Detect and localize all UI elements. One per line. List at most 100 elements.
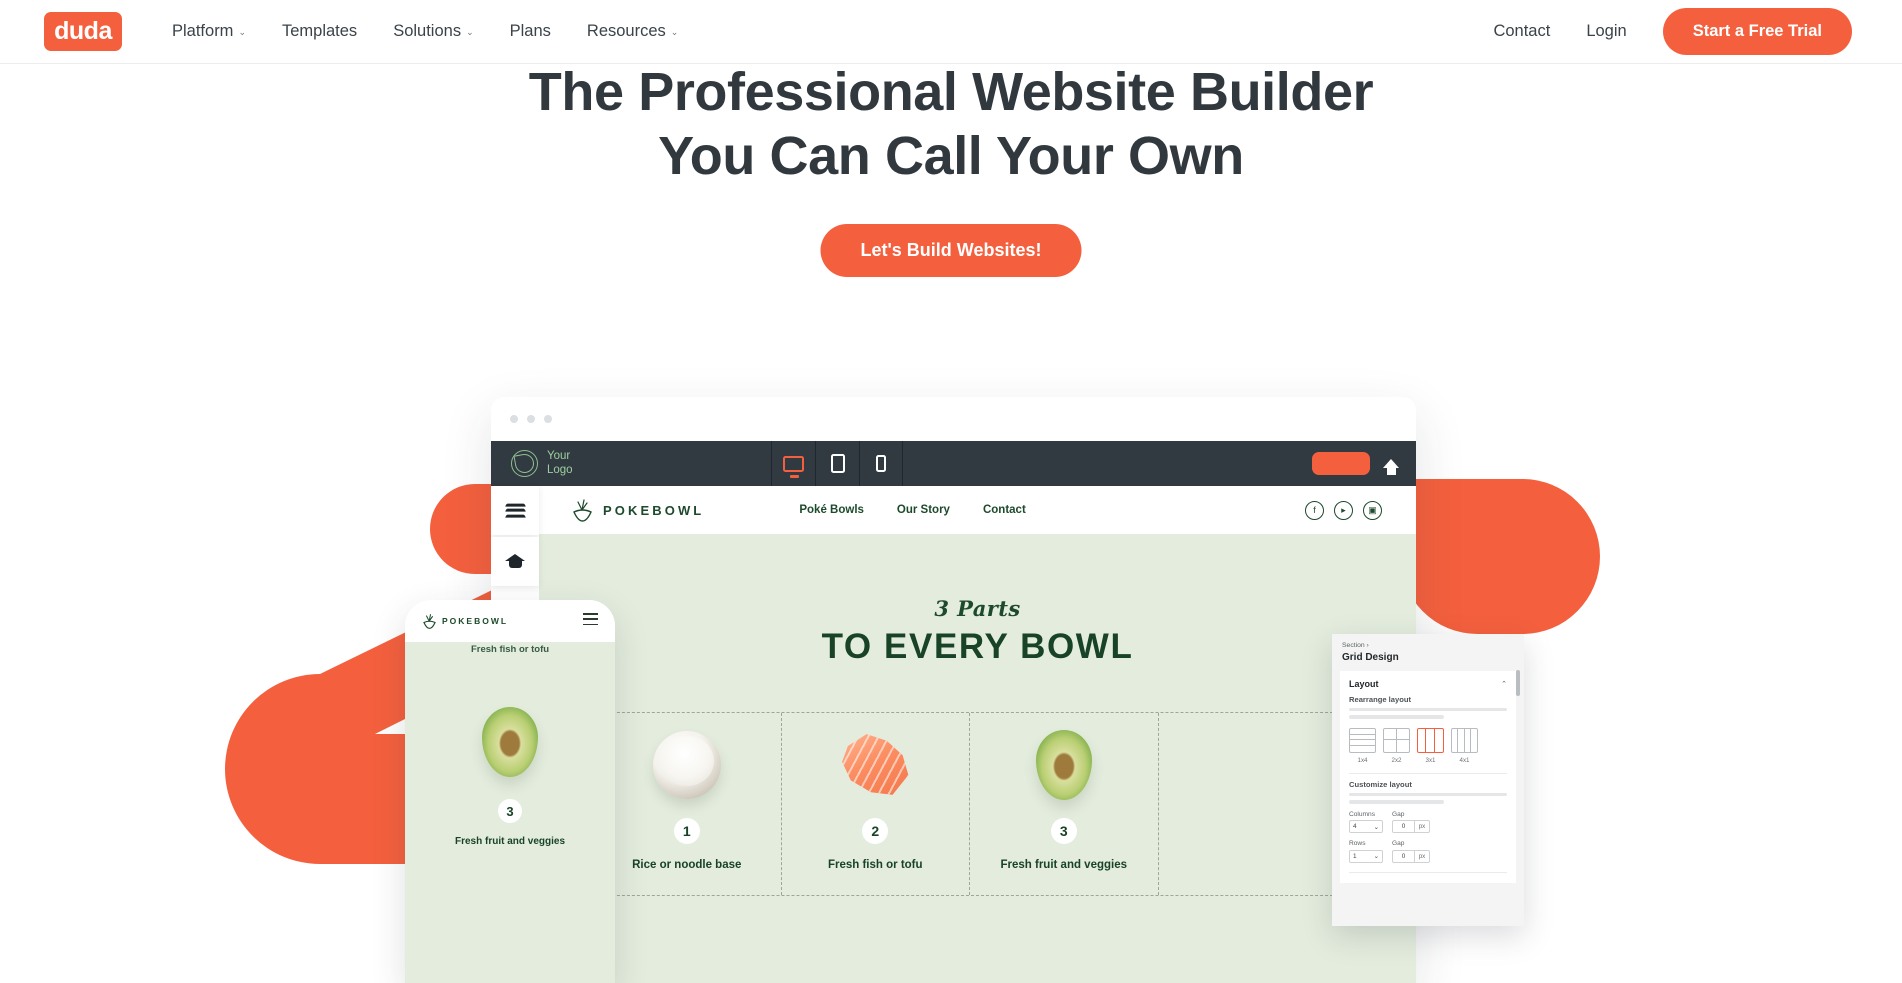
layout-options: 1x4 2x2 3x1 4x1 — [1349, 727, 1507, 764]
rice-bowl-image — [652, 727, 721, 802]
nav-item-login[interactable]: Login — [1586, 22, 1626, 41]
nav-item-label: Platform — [172, 22, 234, 40]
avocado-image — [1035, 727, 1092, 802]
editor-logo-line-2: Logo — [547, 463, 573, 476]
instagram-icon[interactable]: ▣ — [1363, 500, 1382, 520]
step-label: Fresh fruit and veggies — [1000, 859, 1128, 871]
nav-item-resources[interactable]: Resources ⌄ — [587, 22, 678, 41]
start-free-trial-button[interactable]: Start a Free Trial — [1662, 8, 1852, 55]
rows-select[interactable]: 1 ⌄ — [1349, 849, 1383, 863]
rows-label: Rows — [1349, 840, 1366, 848]
desktop-icon — [783, 455, 804, 478]
layout-card-header[interactable]: Layout ⌃ — [1349, 679, 1507, 689]
mobile-preview: POKEBOWL Fresh fish or tofu 3 Fresh frui… — [405, 600, 615, 983]
layout-option-4x1[interactable]: 4x1 — [1451, 727, 1478, 764]
hero-title-line-1: The Professional Website Builder — [528, 62, 1374, 122]
device-mobile-button[interactable] — [859, 441, 903, 486]
rows-gap-input[interactable]: 0 px — [1392, 849, 1430, 863]
columns-select[interactable]: 4 ⌄ — [1349, 820, 1383, 834]
pokebowl-leaf-icon — [422, 613, 437, 630]
publish-button[interactable] — [1312, 452, 1370, 475]
grid-cell[interactable]: 1 Rice or noodle base — [593, 713, 782, 895]
sidebar-item-learn[interactable] — [491, 537, 539, 586]
mobile-clipped-label: Fresh fish or tofu — [470, 644, 550, 655]
duda-logo[interactable]: duda — [44, 12, 122, 51]
hamburger-menu-icon[interactable] — [583, 613, 598, 628]
avocado-image — [405, 707, 615, 782]
nav-item-platform[interactable]: Platform ⌄ — [172, 22, 246, 41]
rows-gap-field: Gap 0 px — [1392, 840, 1430, 863]
scrollbar-thumb[interactable] — [1516, 670, 1520, 696]
nav-item-label: Resources — [586, 22, 666, 40]
pokebowl-brand-label: POKEBOWL — [603, 502, 705, 518]
placeholder-bar — [1349, 708, 1507, 712]
layout-card: Layout ⌃ Rearrange layout 1x4 2x2 3x1 4x… — [1340, 671, 1516, 883]
editor-canvas: 3 Parts TO EVERY BOWL 1 Rice or noodle b… — [539, 534, 1416, 983]
site-nav-poke-bowls[interactable]: Poké Bowls — [799, 504, 864, 516]
layout-option-2x2[interactable]: 2x2 — [1383, 727, 1410, 764]
section-title: TO EVERY BOWL — [821, 627, 1134, 666]
layout-option-caption: 4x1 — [1459, 756, 1470, 764]
rows-value: 1 — [1353, 852, 1357, 860]
step-label: Rice or noodle base — [632, 859, 742, 871]
columns-fields: Columns 4 ⌄ Gap 0 px — [1349, 811, 1507, 834]
preview-site-header: POKEBOWL Poké Bowls Our Story Contact f … — [539, 486, 1416, 534]
pokebowl-logo[interactable]: POKEBOWL — [571, 498, 704, 523]
device-switcher — [771, 441, 903, 486]
columns-gap-label: Gap — [1392, 810, 1405, 818]
editor-logo[interactable]: Your Logo — [491, 450, 771, 477]
customize-layout-heading: Customize layout — [1349, 779, 1412, 789]
breadcrumb[interactable]: Section › — [1342, 642, 1514, 649]
grid-section[interactable]: 1 Rice or noodle base 2 Fresh fish or to… — [592, 712, 1348, 896]
grid-cell-empty[interactable] — [1159, 713, 1348, 895]
panel-scrollbar[interactable] — [1516, 670, 1520, 900]
preview-site-nav: Poké Bowls Our Story Contact — [799, 504, 1025, 516]
nav-item-contact[interactable]: Contact — [1493, 22, 1550, 41]
primary-nav: Platform ⌄ Templates Solutions ⌄ Plans R… — [172, 22, 678, 41]
bowl-logo-icon — [511, 450, 538, 477]
editor-toolbar: Your Logo — [491, 441, 1416, 486]
facebook-icon[interactable]: f — [1305, 500, 1324, 520]
nav-item-solutions[interactable]: Solutions ⌄ — [393, 22, 473, 41]
nav-item-templates[interactable]: Templates — [282, 22, 357, 41]
step-badge: 1 — [673, 818, 700, 844]
columns-field: Columns 4 ⌄ — [1349, 811, 1383, 834]
site-nav-our-story[interactable]: Our Story — [897, 504, 950, 516]
window-controls — [491, 397, 1416, 441]
decorative-orange-shape-right — [1400, 479, 1600, 634]
layout-heading: Layout — [1349, 679, 1379, 689]
secondary-nav: Contact Login Start a Free Trial — [1493, 8, 1852, 55]
grid-cell[interactable]: 2 Fresh fish or tofu — [782, 713, 970, 895]
chevron-up-icon[interactable]: ⌃ — [1501, 680, 1507, 688]
device-desktop-button[interactable] — [771, 441, 815, 486]
rows-gap-value: 0 — [1401, 852, 1406, 860]
mobile-brand-label: POKEBOWL — [442, 616, 509, 626]
columns-gap-input[interactable]: 0 px — [1392, 820, 1430, 834]
layout-option-1x4[interactable]: 1x4 — [1349, 727, 1376, 764]
nav-item-plans[interactable]: Plans — [510, 22, 551, 41]
placeholder-bar — [1349, 800, 1444, 804]
hero-title-line-2: You Can Call Your Own — [658, 125, 1244, 186]
mobile-canvas: Fresh fish or tofu 3 Fresh fruit and veg… — [405, 642, 615, 983]
window-dot — [510, 415, 518, 423]
youtube-icon[interactable]: ▸ — [1334, 500, 1353, 520]
window-dot — [527, 415, 535, 423]
window-dot — [544, 415, 552, 423]
rows-field: Rows 1 ⌄ — [1349, 840, 1383, 863]
panel-header: Section › Grid Design — [1332, 634, 1524, 669]
device-tablet-button[interactable] — [815, 441, 859, 486]
grid-cell[interactable]: 3 Fresh fruit and veggies — [970, 713, 1159, 895]
layout-option-3x1[interactable]: 3x1 — [1417, 727, 1444, 764]
site-nav-contact[interactable]: Contact — [983, 504, 1026, 516]
nav-item-label: Templates — [281, 22, 358, 40]
build-websites-button[interactable]: Let's Build Websites! — [820, 224, 1082, 277]
salmon-image — [839, 727, 911, 802]
home-icon[interactable] — [1383, 459, 1399, 475]
columns-gap-unit: px — [1414, 821, 1429, 833]
sidebar-item-layers[interactable] — [491, 486, 539, 535]
editor-actions — [1312, 452, 1416, 475]
editor-logo-label: Your Logo — [547, 450, 573, 477]
chevron-down-icon: ⌄ — [670, 27, 679, 37]
layout-option-caption: 3x1 — [1425, 756, 1436, 764]
layers-icon — [504, 503, 526, 519]
